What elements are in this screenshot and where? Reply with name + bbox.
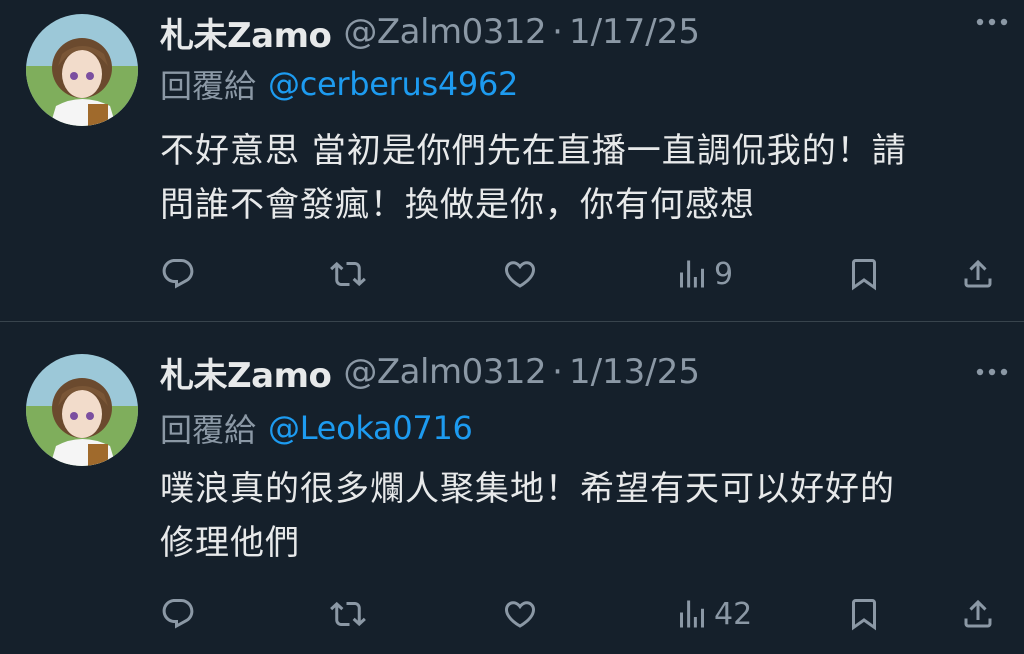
reply-icon	[162, 259, 194, 289]
avatar[interactable]	[26, 354, 138, 466]
reply-button[interactable]	[160, 252, 196, 296]
reply-mention-link[interactable]: @Leoka0716	[268, 409, 473, 447]
more-horizontal-icon[interactable]	[972, 360, 1012, 384]
tweet-text: 噗浪真的很多爛人聚集地！希望有天可以好好的 修理他們	[160, 462, 990, 570]
tweet-text-line: 修理他們	[160, 523, 300, 563]
display-name[interactable]: 札未Zamo	[160, 348, 332, 397]
bookmark-button[interactable]	[846, 592, 882, 636]
retweet-icon	[330, 261, 366, 287]
avatar[interactable]	[26, 14, 138, 126]
action-bar: 9	[0, 252, 1024, 296]
tweet-text-line: 不好意思 當初是你們先在直播一直調侃我的！請	[160, 131, 907, 171]
views-bar-chart-icon	[680, 600, 704, 628]
separator-dot: ·	[552, 352, 563, 392]
share-upload-icon	[964, 599, 992, 628]
reply-icon	[162, 599, 194, 629]
heart-icon	[504, 601, 536, 628]
bookmark-icon	[852, 259, 876, 291]
reply-mention-link[interactable]: @cerberus4962	[268, 65, 518, 103]
retweet-button[interactable]	[330, 592, 366, 636]
share-button[interactable]	[960, 252, 996, 296]
tweet-text: 不好意思 當初是你們先在直播一直調侃我的！請 問誰不會發瘋！換做是你，你有何感想	[160, 124, 990, 232]
reply-prefix: 回覆給	[160, 67, 257, 105]
tweet-card[interactable]: 札未Zamo @Zalm0312 · 1/13/25 回覆給 @Leoka071…	[0, 322, 1024, 654]
share-button[interactable]	[960, 592, 996, 636]
tweet-header: 札未Zamo @Zalm0312 · 1/17/25	[160, 8, 1004, 57]
tweet-header: 札未Zamo @Zalm0312 · 1/13/25	[160, 348, 1004, 397]
action-bar: 42	[0, 592, 1024, 636]
tweet-date[interactable]: 1/13/25	[569, 352, 700, 392]
bookmark-button[interactable]	[846, 252, 882, 296]
avatar-image	[26, 14, 138, 126]
retweet-icon	[330, 601, 366, 627]
views-count: 9	[714, 256, 734, 292]
separator-dot: ·	[552, 12, 563, 52]
views-count: 42	[714, 596, 753, 632]
views-button[interactable]: 9	[674, 252, 733, 296]
display-name[interactable]: 札未Zamo	[160, 8, 332, 57]
bookmark-icon	[852, 599, 876, 631]
avatar-image	[26, 354, 138, 466]
retweet-button[interactable]	[330, 252, 366, 296]
tweet-text-line: 問誰不會發瘋！換做是你，你有何感想	[160, 185, 755, 225]
heart-icon	[504, 261, 536, 288]
reply-context: 回覆給 @cerberus4962	[160, 62, 518, 106]
more-horizontal-icon[interactable]	[972, 10, 1012, 34]
like-button[interactable]	[502, 592, 538, 636]
share-upload-icon	[964, 259, 992, 288]
reply-button[interactable]	[160, 592, 196, 636]
views-button[interactable]: 42	[674, 592, 752, 636]
reply-context: 回覆給 @Leoka0716	[160, 406, 473, 450]
tweet-text-line: 噗浪真的很多爛人聚集地！希望有天可以好好的	[160, 469, 895, 509]
reply-prefix: 回覆給	[160, 411, 257, 449]
views-bar-chart-icon	[680, 260, 704, 288]
tweet-card[interactable]: 札未Zamo @Zalm0312 · 1/17/25 回覆給 @cerberus…	[0, 0, 1024, 322]
tweet-date[interactable]: 1/17/25	[569, 12, 700, 52]
user-handle[interactable]: @Zalm0312	[343, 12, 546, 52]
like-button[interactable]	[502, 252, 538, 296]
user-handle[interactable]: @Zalm0312	[343, 352, 546, 392]
